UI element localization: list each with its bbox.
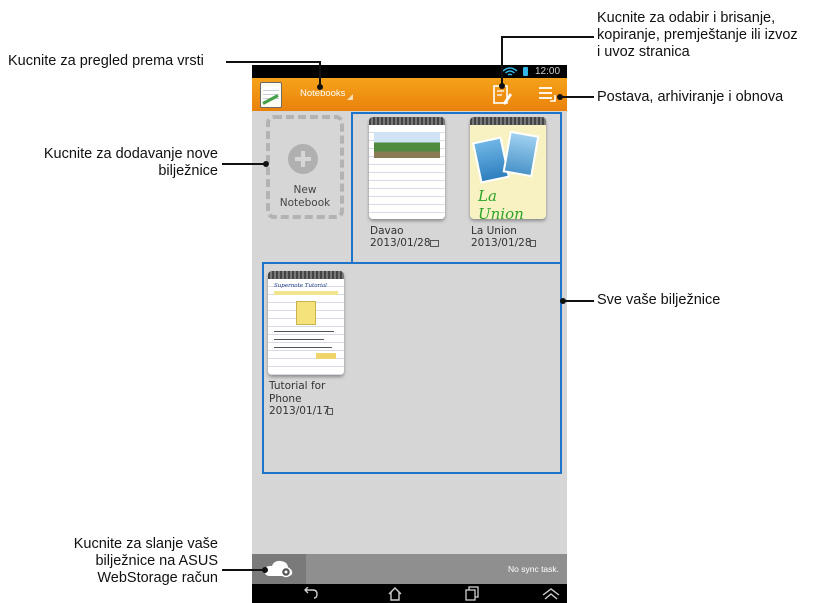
back-icon[interactable] (302, 587, 318, 600)
clock: 12:00 (535, 66, 561, 77)
recent-apps-icon[interactable] (464, 586, 480, 601)
action-bar: Notebooks (252, 78, 567, 111)
notebooks-highlight (351, 112, 562, 264)
callout-view-by-type: Kucnite za pregled prema vrsti (8, 53, 204, 69)
callout-settings: Postava, arhiviranje i obnova (597, 89, 784, 105)
callout-upload: Kucnite za slanje vaše bilježnice na ASU… (73, 536, 218, 586)
dropdown-arrow-icon (347, 94, 353, 100)
callout-all-notebooks: Sve vaše bilježnice (597, 292, 721, 308)
sync-status: No sync task. (508, 564, 560, 574)
home-icon[interactable] (387, 586, 403, 601)
wifi-icon (502, 67, 518, 76)
new-notebook-label: New Notebook (279, 184, 331, 209)
status-bar: 12:00 (252, 65, 567, 78)
battery-icon (523, 67, 528, 76)
up-icon[interactable] (542, 587, 560, 600)
menu-icon[interactable] (538, 85, 556, 103)
notebooks-highlight (262, 262, 562, 474)
callout-select-edit: Kucnite za odabir i brisanje, kopiranje,… (597, 10, 798, 60)
app-icon[interactable] (260, 82, 282, 108)
navigation-bar (252, 584, 567, 603)
cloud-settings-icon[interactable] (264, 559, 296, 579)
category-dropdown[interactable]: Notebooks (300, 88, 345, 100)
callout-add-notebook: Kucnite za dodavanje nove bilježnice (43, 146, 218, 179)
sync-bar: No sync task. (252, 554, 567, 584)
